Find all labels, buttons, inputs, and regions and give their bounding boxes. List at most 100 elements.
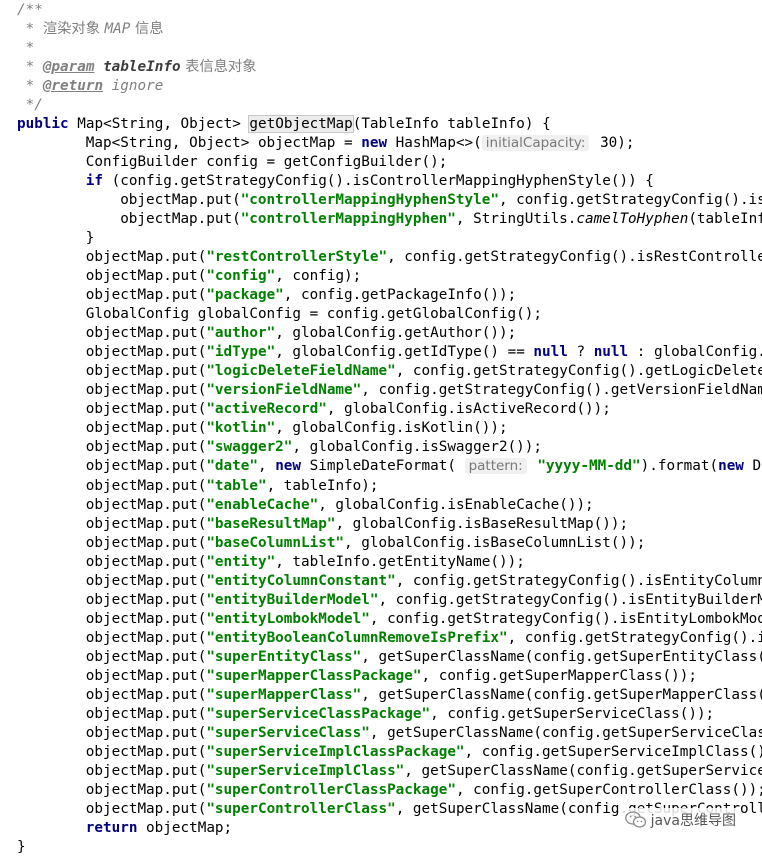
code-line: objectMap.put("date", new SimpleDateForm… (0, 457, 762, 476)
string-literal: "logicDeleteFieldName" (206, 363, 396, 380)
code-token: HashMap<>( (387, 135, 482, 152)
code-token: , getSuperClassName(config.getSuperServi… (369, 724, 762, 741)
keyword-token: null (533, 344, 568, 361)
comment-token: 渲染对象 (42, 21, 105, 38)
string-literal: "entityBooleanColumnRemoveIsPrefix" (206, 629, 508, 646)
code-line: GlobalConfig globalConfig = config.getGl… (0, 305, 762, 324)
javadoc-tag: @return (42, 78, 104, 95)
string-literal: "kotlin" (206, 420, 276, 437)
code-line: objectMap.put("entity", tableInfo.getEnt… (0, 553, 762, 572)
code-token: objectMap.put( (85, 477, 207, 494)
code-line: if (config.getStrategyConfig().isControl… (0, 172, 762, 191)
static-method-token: camelToHyphen (576, 211, 689, 228)
comment-token: 信息 (130, 21, 164, 38)
code-token: objectMap.put( (85, 724, 207, 741)
code-line: objectMap.put("superMapperClass", getSup… (0, 686, 762, 705)
code-line: objectMap.put("enableCache", globalConfi… (0, 496, 762, 515)
code-token: objectMap.put( (85, 743, 207, 760)
string-literal: "superServiceClassPackage" (206, 705, 431, 722)
string-literal: "date" (206, 458, 258, 475)
code-line: } (0, 838, 762, 857)
code-token: objectMap.put( (85, 458, 207, 475)
code-token: , getSuperClassName(config.getSuperMappe… (361, 686, 762, 703)
string-literal: "entity" (206, 553, 276, 570)
code-token: , config.getStrategyConfig().isEntityBoo… (507, 629, 762, 646)
code-line: objectMap.put("superEntityClass", getSup… (0, 648, 762, 667)
string-literal: "superEntityClass" (206, 648, 362, 665)
code-token: , config.getSuperServiceClass()); (430, 705, 715, 722)
keyword-token: new (718, 458, 744, 475)
code-token: Date())); (752, 458, 762, 475)
string-literal: "controllerMappingHyphenStyle" (240, 192, 499, 209)
code-line: * (0, 39, 762, 58)
code-token: , getSuperClassName(config.getSuperEntit… (361, 648, 762, 665)
code-line: objectMap.put("entityBooleanColumnRemove… (0, 629, 762, 648)
keyword-token: public (17, 116, 69, 133)
string-literal: "entityBuilderModel" (206, 591, 379, 608)
code-token: , config.getSuperMapperClass()); (421, 667, 697, 684)
code-token: objectMap.put( (85, 515, 207, 532)
code-token: , StringUtils. (455, 211, 577, 228)
code-token: , config.getStrategyConfig().isEntityBui… (378, 591, 762, 608)
code-line: /** (0, 1, 762, 20)
code-token: objectMap; (137, 819, 233, 836)
code-line: objectMap.put("kotlin", globalConfig.isK… (0, 419, 762, 438)
code-line: objectMap.put("superControllerClassPacka… (0, 781, 762, 800)
code-line: ConfigBuilder config = getConfigBuilder(… (0, 153, 762, 172)
code-token: , config.getStrategyConfig().getVersionF… (361, 382, 762, 399)
code-line: objectMap.put("table", tableInfo); (0, 477, 762, 496)
code-token: } (85, 230, 95, 247)
keyword-token: new (275, 458, 302, 475)
code-line: objectMap.put("controllerMappingHyphenSt… (0, 191, 762, 210)
code-token: : globalConfig.getIdType().toString()); (636, 344, 762, 361)
code-token: (config.getStrategyConfig().isController… (103, 173, 654, 190)
code-token: ? (567, 344, 594, 361)
code-token: (TableInfo tableInfo) { (352, 116, 551, 133)
code-token: 30); (591, 135, 635, 152)
code-token: , tableInfo); (266, 477, 379, 494)
code-line: * 渲染对象 MAP 信息 (0, 20, 762, 39)
code-token: , getSuperClassName(config.getSuperServi… (404, 762, 762, 779)
code-token: GlobalConfig globalConfig = config.getGl… (85, 306, 542, 323)
code-token: objectMap.put( (85, 762, 207, 779)
comment-token: * (25, 21, 43, 38)
code-token: objectMap.put( (85, 287, 207, 304)
string-literal: "yyyy-MM-dd" (537, 458, 641, 475)
code-line: objectMap.put("entityBuilderModel", conf… (0, 591, 762, 610)
code-line: objectMap.put("controllerMappingHyphen",… (0, 210, 762, 229)
string-literal: "swagger2" (206, 439, 293, 456)
code-token: , config.getStrategyConfig().isEntityCol… (395, 572, 762, 589)
watermark: java思维导图 (620, 808, 740, 832)
string-literal: "superServiceImplClassPackage" (206, 743, 465, 760)
code-token: , (257, 458, 276, 475)
code-token: , config.getStrategyConfig().isRestContr… (387, 249, 762, 266)
comment-token: */ (25, 97, 43, 114)
code-token: objectMap.put( (85, 667, 207, 684)
string-literal: "activeRecord" (206, 401, 327, 418)
comment-token: ignore (103, 78, 164, 95)
code-token: , config.getStrategyConfig().isControlle… (498, 192, 762, 209)
code-token: objectMap.put( (85, 553, 207, 570)
code-line: objectMap.put("author", globalConfig.get… (0, 324, 762, 343)
code-line: } (0, 229, 762, 248)
code-line: Map<String, Object> objectMap = new Hash… (0, 134, 762, 153)
string-literal: "restControllerStyle" (206, 249, 388, 266)
string-literal: "table" (206, 477, 267, 494)
code-token: , config.getPackageInfo()); (283, 287, 517, 304)
code-line: objectMap.put("swagger2", globalConfig.i… (0, 438, 762, 457)
code-token: (tableInfo.getEntityPath())); (688, 211, 762, 228)
code-editor[interactable]: /** * 渲染对象 MAP 信息 * * @param tableInfo 表信息对… (0, 0, 762, 857)
code-token: objectMap.put( (85, 325, 207, 342)
code-token: , config); (275, 268, 362, 285)
code-token: , globalConfig.getIdType() == (275, 344, 534, 361)
code-token: , globalConfig.isBaseColumnList()); (344, 534, 646, 551)
code-token: objectMap.put( (85, 781, 207, 798)
code-line: objectMap.put("restControllerStyle", con… (0, 248, 762, 267)
parameter-hint: initialCapacity: (481, 135, 590, 152)
code-token: objectMap.put( (85, 401, 207, 418)
code-token: Map<String, Object> objectMap = (85, 135, 362, 152)
string-literal: "package" (206, 287, 284, 304)
code-token: objectMap.put( (85, 268, 207, 285)
code-line: objectMap.put("baseColumnList", globalCo… (0, 534, 762, 553)
code-token: Map<String, Object> (68, 116, 250, 133)
